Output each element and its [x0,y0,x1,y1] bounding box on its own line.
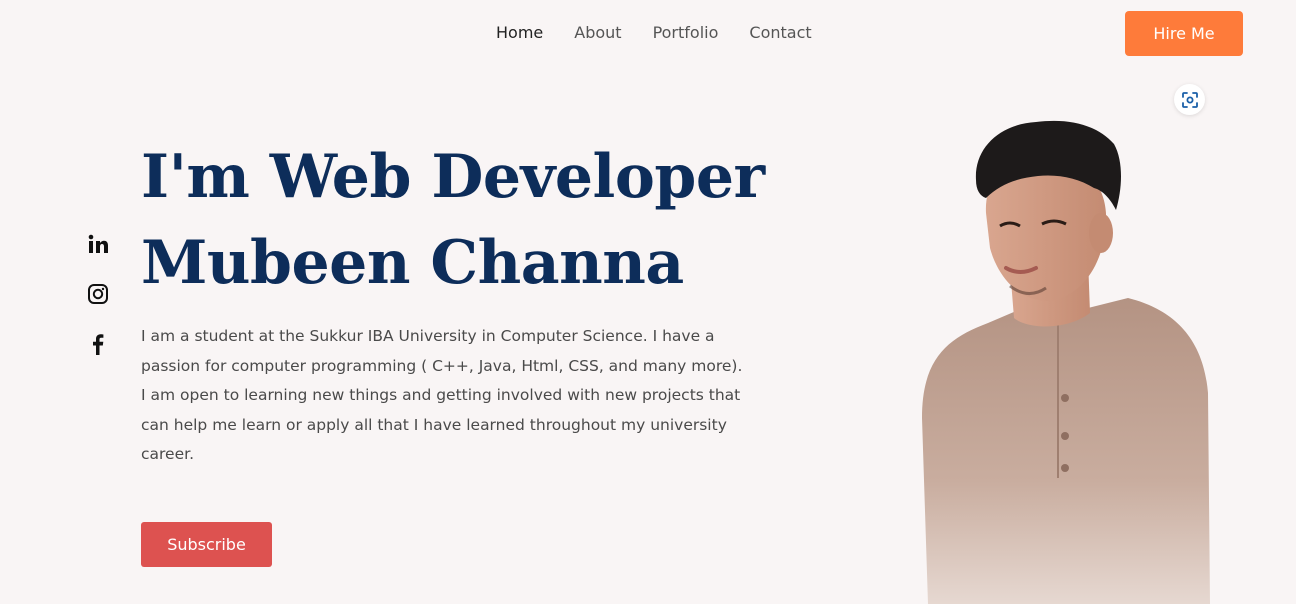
social-links [86,232,110,382]
facebook-link[interactable] [86,332,110,356]
description-paragraph-1: I am a student at the Sukkur IBA Univers… [141,327,743,375]
scan-icon [1181,91,1198,108]
hero-title-line-1: I'm Web Developer [141,142,765,212]
linkedin-link[interactable] [86,232,110,256]
hero-description: I am a student at the Sukkur IBA Univers… [141,322,761,470]
hire-me-button[interactable]: Hire Me [1125,11,1243,56]
page: Home About Portfolio Contact Hire Me I'm… [0,0,1296,604]
nav-home[interactable]: Home [496,22,543,44]
portrait-photo [922,120,1210,604]
scan-button[interactable] [1174,84,1205,115]
instagram-icon [88,284,108,304]
nav-portfolio[interactable]: Portfolio [653,22,719,44]
nav-contact[interactable]: Contact [749,22,811,44]
main-nav: Home About Portfolio Contact [496,22,843,44]
facebook-icon [93,334,104,355]
description-paragraph-2: I am open to learning new things and get… [141,386,741,463]
subscribe-button[interactable]: Subscribe [141,522,272,567]
hero-title-line-2: Mubeen Channa [141,228,684,298]
hero-headline: I'm Web Developer Mubeen Channa [141,134,765,306]
instagram-link[interactable] [86,282,110,306]
linkedin-icon [88,234,108,253]
nav-about[interactable]: About [574,22,621,44]
